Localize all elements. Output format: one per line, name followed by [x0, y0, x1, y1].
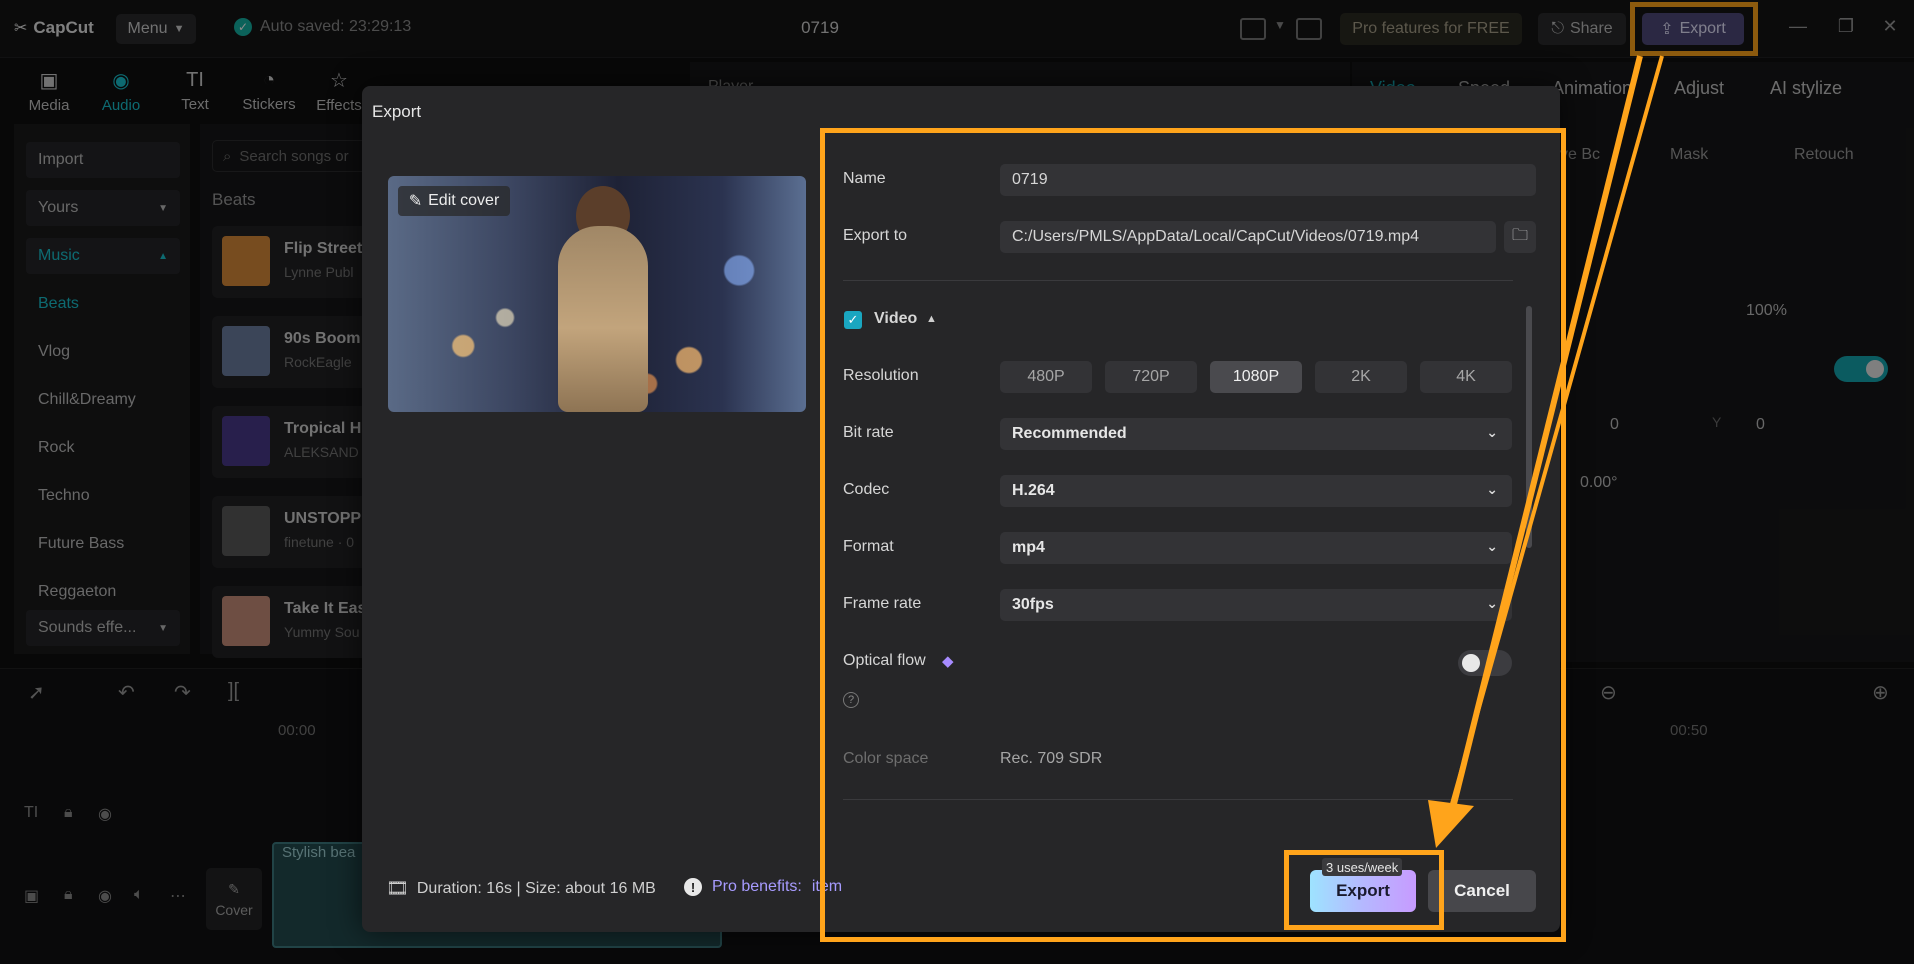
arrow-head — [1428, 800, 1474, 848]
annotation-arrow — [1428, 55, 1664, 848]
arrow-line-right — [1446, 55, 1664, 819]
